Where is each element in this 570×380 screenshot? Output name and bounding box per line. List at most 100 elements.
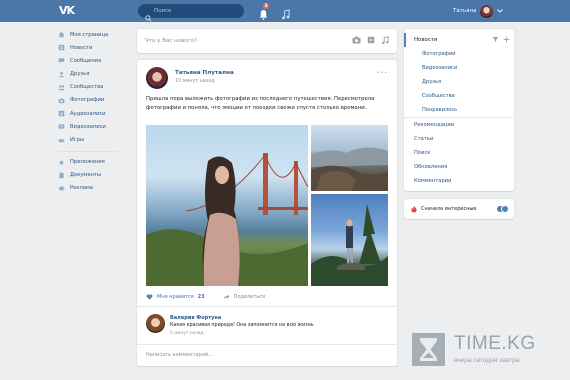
menu-articles[interactable]: Статьи <box>414 136 433 142</box>
post-photo-top-right[interactable] <box>311 125 388 191</box>
nav-item-news[interactable]: Новости <box>57 42 129 53</box>
menu-updates[interactable]: Обновления <box>414 164 447 170</box>
more-options-icon[interactable]: ··· <box>377 69 388 77</box>
notifications-button[interactable]: 3 <box>259 3 269 24</box>
comment-text: Какая красивая природа! Она запомнится н… <box>170 323 314 328</box>
interesting-first-toggle[interactable] <box>497 205 509 213</box>
filter-photos[interactable]: Фотографии <box>422 51 456 57</box>
home-icon <box>57 30 66 39</box>
nav-item-video[interactable]: Видеозаписи <box>57 121 129 132</box>
avatar[interactable] <box>146 67 168 89</box>
nav-label: Видеозаписи <box>70 123 106 130</box>
share-icon[interactable] <box>223 294 230 300</box>
nav-label: Сообщества <box>70 84 104 91</box>
comment-author[interactable]: Валерия Фортуна <box>170 315 221 321</box>
camera-icon <box>57 96 66 105</box>
active-indicator <box>404 33 406 47</box>
nav-item-friends[interactable]: Друзья <box>57 69 129 80</box>
bell-icon <box>259 10 268 20</box>
search-input[interactable] <box>154 4 240 18</box>
app-icon <box>57 158 66 167</box>
document-icon <box>57 171 66 180</box>
post-author[interactable]: Татьяна Плутална <box>175 70 234 76</box>
nav-label: Друзья <box>70 71 90 78</box>
menu-comments[interactable]: Комментарии <box>414 178 452 184</box>
video-icon <box>57 122 66 131</box>
chevron-down-icon <box>497 9 504 13</box>
vk-logo[interactable]: VK <box>59 4 75 17</box>
post-text: Пришла пора выложить фотографии из после… <box>146 96 375 111</box>
nav-item-messages[interactable]: Сообщения <box>57 55 129 66</box>
menu-recommendations[interactable]: Рекомендации <box>414 122 454 128</box>
filter-header-label: Новости <box>414 37 438 43</box>
menu-search[interactable]: Поиск <box>414 150 430 156</box>
composer-input[interactable] <box>145 34 345 48</box>
post-photo-main[interactable] <box>146 125 308 286</box>
filter-header[interactable]: Новости <box>404 33 514 47</box>
search-box[interactable] <box>138 4 244 22</box>
watermark-title: TIME.KG <box>454 333 536 354</box>
like-count: 23 <box>197 294 205 300</box>
top-bar: VK 3 Татьяна <box>0 0 570 22</box>
message-icon <box>57 56 66 65</box>
divider <box>137 344 397 345</box>
post-actions: Мне нравится 23 Поделиться <box>146 294 265 300</box>
filter-icon[interactable] <box>492 36 499 43</box>
music-button[interactable] <box>281 5 290 24</box>
notifications-badge: 3 <box>263 3 269 9</box>
ads-icon <box>57 184 66 193</box>
divider <box>137 306 397 307</box>
music-note-icon[interactable] <box>381 36 389 44</box>
nav-label: Новости <box>70 44 93 51</box>
avatar[interactable] <box>146 314 165 333</box>
comment-time[interactable]: 5 минут назад <box>170 331 203 336</box>
nav-label: Реклама <box>70 185 94 192</box>
plus-icon[interactable] <box>503 36 510 43</box>
nav-label: Документы <box>70 172 102 179</box>
group-icon <box>57 83 66 92</box>
nav-item-documents[interactable]: Документы <box>57 170 129 181</box>
filter-friends[interactable]: Друзья <box>422 79 441 85</box>
user-menu[interactable]: Татьяна <box>453 3 504 19</box>
nav-item-my-page[interactable]: Моя страница <box>57 29 129 40</box>
news-icon <box>57 43 66 52</box>
friend-icon <box>57 70 66 79</box>
music-icon <box>57 109 66 118</box>
nav-item-audio[interactable]: Аудиозаписи <box>57 108 129 119</box>
nav-label: Аудиозаписи <box>70 110 106 117</box>
search-icon <box>145 7 152 26</box>
nav-item-photos[interactable]: Фотографии <box>57 95 129 106</box>
filter-liked[interactable]: Понравилось <box>422 107 457 113</box>
comment-input[interactable] <box>146 349 386 361</box>
nav-item-ads[interactable]: Реклама <box>57 183 129 194</box>
fire-icon <box>411 205 417 213</box>
nav-divider <box>57 150 119 152</box>
camera-icon[interactable] <box>352 36 361 44</box>
nav-item-groups[interactable]: Сообщества <box>57 82 129 93</box>
nav-label: Игры <box>70 137 84 143</box>
post-card: Татьяна Плутална 10 минут назад ··· Приш… <box>137 60 397 366</box>
game-icon <box>57 136 66 145</box>
user-name: Татьяна <box>453 8 477 14</box>
filter-groups[interactable]: Сообщества <box>422 93 455 99</box>
post-composer <box>137 29 397 53</box>
feed-filter-menu: Новости Фотографии Видеозаписи Друзья Со… <box>404 29 514 191</box>
post-photo-bottom-right[interactable] <box>311 194 388 286</box>
post-time[interactable]: 10 минут назад <box>175 79 215 84</box>
filter-videos[interactable]: Видеозаписи <box>422 65 457 71</box>
video-icon[interactable] <box>367 36 375 44</box>
nav-item-apps[interactable]: Приложения <box>57 157 129 168</box>
nav-label: Сообщения <box>70 57 102 64</box>
interesting-first-label: Сначала интересные <box>421 206 477 212</box>
left-nav: Моя страница Новости Сообщения Друзья Со… <box>57 29 129 196</box>
share-button[interactable]: Поделиться <box>234 294 265 300</box>
nav-label: Фотографии <box>70 97 105 104</box>
interesting-first-card: Сначала интересные <box>404 199 514 219</box>
nav-label: Приложения <box>70 159 105 165</box>
divider <box>404 117 514 118</box>
heart-icon[interactable] <box>146 294 153 300</box>
nav-item-games[interactable]: Игры <box>57 135 129 146</box>
composer-attachments <box>352 36 389 44</box>
like-button[interactable]: Мне нравится <box>157 294 194 300</box>
avatar <box>480 4 494 18</box>
